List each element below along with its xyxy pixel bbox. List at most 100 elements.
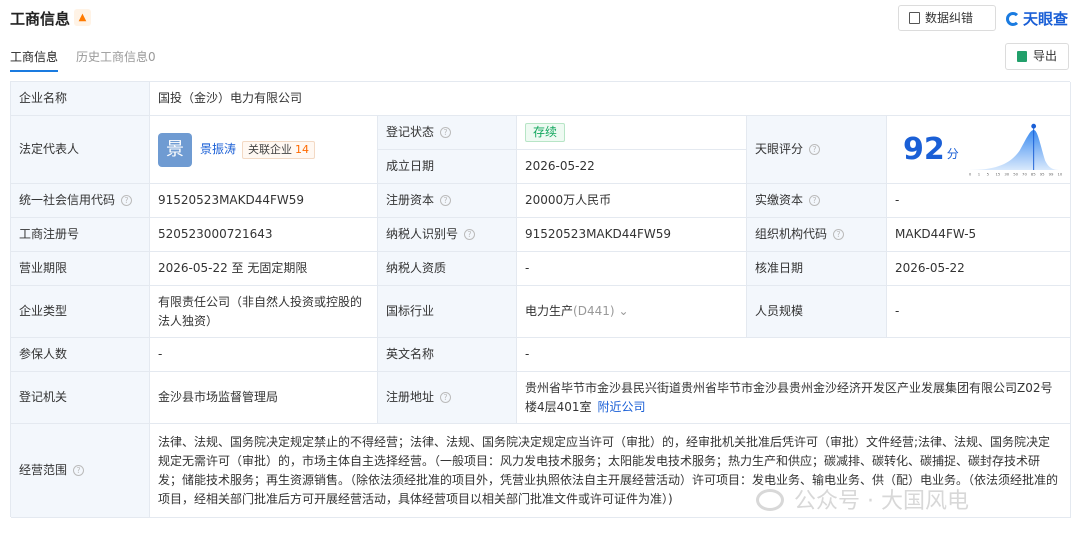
label-reg-authority: 登记机关 xyxy=(11,372,150,424)
help-icon[interactable]: ? xyxy=(440,195,452,206)
score-value: 92 xyxy=(903,132,945,167)
value-paid-capital: - xyxy=(887,184,1071,218)
label-industry: 国标行业 xyxy=(378,286,517,338)
value-english-name: - xyxy=(517,338,1071,372)
help-icon[interactable]: ? xyxy=(809,144,821,155)
axis-tick-label: 0 xyxy=(969,171,972,176)
label-business-term: 营业期限 xyxy=(11,252,150,286)
label-scope: 经营范围? xyxy=(11,424,150,518)
help-icon[interactable]: ? xyxy=(121,195,133,206)
excel-icon xyxy=(1017,51,1027,62)
watermark: 公众号 · 大国风电 xyxy=(756,483,969,515)
bell-icon[interactable]: ▲ xyxy=(74,9,91,26)
axis-tick-label: 5 xyxy=(986,171,989,176)
value-reg-authority: 金沙县市场监督管理局 xyxy=(150,372,378,424)
label-credit-code: 统一社会信用代码? xyxy=(11,184,150,218)
axis-tick-label: 95 xyxy=(1040,171,1045,176)
value-taxpayer-qual: - xyxy=(517,252,747,286)
label-staff-size: 人员规模 xyxy=(747,286,887,338)
label-insured: 参保人数 xyxy=(11,338,150,372)
label-reg-capital: 注册资本? xyxy=(378,184,517,218)
value-staff-size: - xyxy=(887,286,1071,338)
help-icon[interactable]: ? xyxy=(440,392,452,403)
label-taxpayer-qual: 纳税人资质 xyxy=(378,252,517,286)
value-found-date: 2026-05-22 xyxy=(517,150,747,184)
label-paid-capital-text: 实缴资本 xyxy=(755,193,804,207)
value-company-type: 有限责任公司（非自然人投资或控股的法人独资） xyxy=(150,286,378,338)
export-button[interactable]: 导出 xyxy=(1005,43,1069,70)
data-correction-label: 数据纠错 xyxy=(925,11,974,25)
value-reg-capital: 20000万人民币 xyxy=(517,184,747,218)
chevron-down-icon[interactable]: ⌄ xyxy=(619,302,629,321)
industry-name: 电力生产 xyxy=(525,304,574,318)
label-reg-status-text: 登记状态 xyxy=(386,125,435,139)
label-company-name: 企业名称 xyxy=(11,82,150,116)
tab-history-label: 历史工商信息 xyxy=(76,50,149,64)
help-icon[interactable]: ? xyxy=(73,465,85,476)
label-org-code-text: 组织机构代码 xyxy=(755,227,828,241)
score-unit: 分 xyxy=(946,147,959,161)
label-reg-capital-text: 注册资本 xyxy=(386,193,435,207)
help-icon[interactable]: ? xyxy=(833,229,845,240)
logo-text: 天眼查 xyxy=(1023,10,1069,28)
tab-history-info[interactable]: 历史工商信息0 xyxy=(76,48,156,65)
data-correction-button[interactable]: 数据纠错 xyxy=(898,5,996,31)
document-icon xyxy=(909,12,920,24)
export-label: 导出 xyxy=(1033,49,1058,63)
axis-tick-label: 85 xyxy=(1031,171,1036,176)
value-approval-date: 2026-05-22 xyxy=(887,252,1071,286)
value-taxpayer-id: 91520523MAKD44FW59 xyxy=(517,218,747,252)
help-icon[interactable]: ? xyxy=(440,127,452,138)
legal-rep-name-link[interactable]: 景振涛 xyxy=(200,140,236,159)
value-reg-number: 520523000721643 xyxy=(150,218,378,252)
score-marker-dot xyxy=(1031,123,1036,129)
label-org-code: 组织机构代码? xyxy=(747,218,887,252)
avatar[interactable]: 景 xyxy=(158,132,192,167)
score-distribution-chart: 0 15 15 30 50 70 85 9599 100 xyxy=(968,123,1062,176)
label-reg-number: 工商注册号 xyxy=(11,218,150,252)
industry-code: (D441) xyxy=(573,304,615,318)
label-company-type: 企业类型 xyxy=(11,286,150,338)
label-taxpayer-id-text: 纳税人识别号 xyxy=(386,227,459,241)
label-tianyan-score: 天眼评分? xyxy=(747,116,887,184)
tab-business-info[interactable]: 工商信息 xyxy=(10,48,59,72)
value-credit-code: 91520523MAKD44FW59 xyxy=(150,184,378,218)
label-approval-date: 核准日期 xyxy=(747,252,887,286)
label-paid-capital: 实缴资本? xyxy=(747,184,887,218)
axis-tick-label: 70 xyxy=(1022,171,1027,176)
axis-tick-label: 50 xyxy=(1013,171,1018,176)
help-icon[interactable]: ? xyxy=(464,229,476,240)
value-company-name: 国投（金沙）电力有限公司 xyxy=(150,82,1071,116)
axis-tick-label: 1 xyxy=(978,171,981,176)
label-reg-address: 注册地址? xyxy=(378,372,517,424)
label-reg-address-text: 注册地址 xyxy=(386,390,435,404)
value-industry[interactable]: 电力生产 (D441) ⌄ xyxy=(517,286,747,338)
related-count: 14 xyxy=(295,142,310,156)
related-label: 关联企业 xyxy=(248,142,293,156)
label-credit-code-text: 统一社会信用代码 xyxy=(19,193,116,207)
label-english-name: 英文名称 xyxy=(378,338,517,372)
reg-address-text: 贵州省毕节市金沙县民兴街道贵州省毕节市金沙县贵州金沙经济开发区产业发展集团有限公… xyxy=(525,379,1062,417)
tab-history-count: 0 xyxy=(148,50,156,64)
label-tianyan-score-text: 天眼评分 xyxy=(755,142,804,156)
value-reg-status: 存续 xyxy=(517,116,747,150)
label-found-date: 成立日期 xyxy=(378,150,517,184)
header: 工商信息 ▲ 数据纠错 天眼查 xyxy=(10,0,1072,36)
label-legal-rep: 法定代表人 xyxy=(11,116,150,184)
label-reg-status: 登记状态? xyxy=(378,116,517,150)
label-taxpayer-id: 纳税人识别号? xyxy=(378,218,517,252)
distribution-area xyxy=(968,129,1061,170)
tianyancha-logo: 天眼查 xyxy=(1006,8,1068,29)
value-legal-rep: 景 景振涛 关联企业 14 xyxy=(150,116,378,184)
related-companies-badge[interactable]: 关联企业 14 xyxy=(242,140,316,159)
axis-tick-label: 30 xyxy=(1004,171,1009,176)
help-icon[interactable]: ? xyxy=(809,195,821,206)
axis-tick-label: 15 xyxy=(995,171,1000,176)
axis-tick-label: 99 xyxy=(1048,171,1053,176)
value-org-code: MAKD44FW-5 xyxy=(887,218,1071,252)
nearby-companies-link[interactable]: 附近公司 xyxy=(598,400,646,414)
tab-bar: 工商信息 历史工商信息0 xyxy=(10,42,410,72)
logo-icon xyxy=(1006,12,1020,26)
value-tianyan-score[interactable]: 92 分 0 15 15 30 50 70 85 9599 100 xyxy=(887,116,1071,184)
wechat-icon xyxy=(756,489,784,511)
